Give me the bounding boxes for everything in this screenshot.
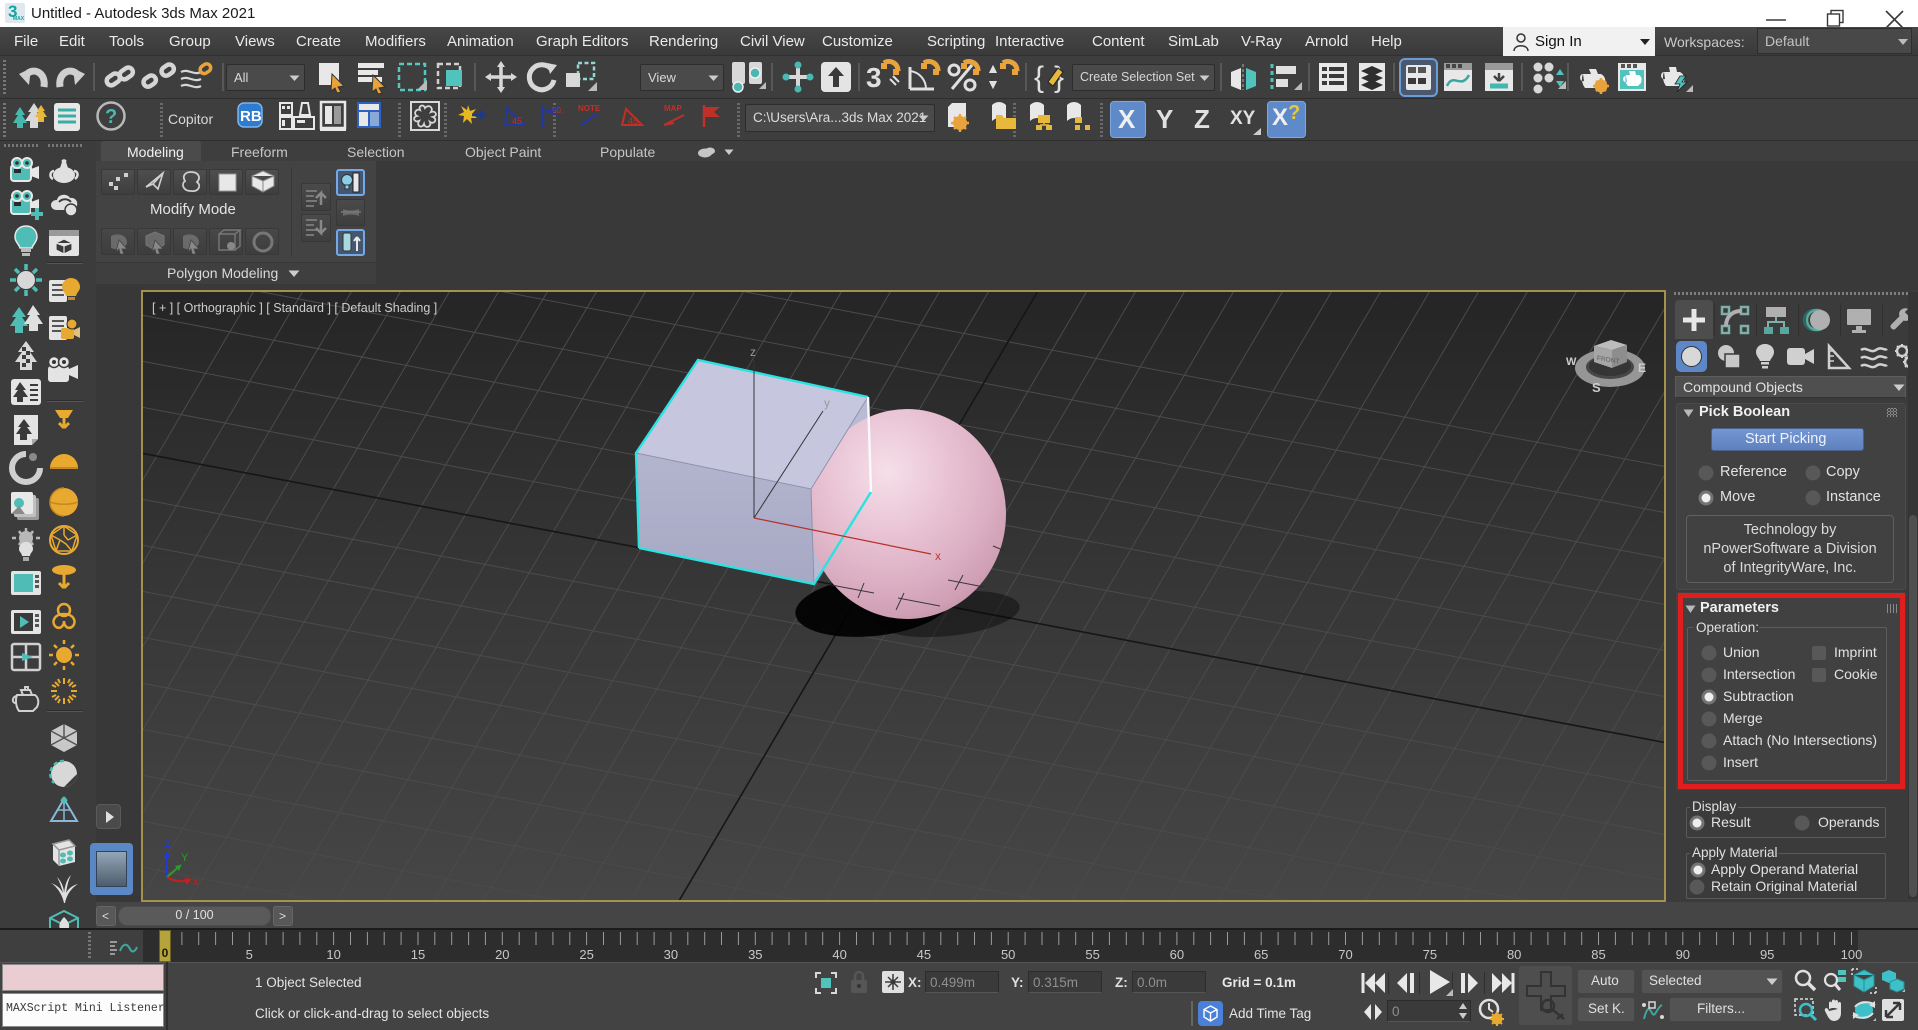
svg-text:40: 40 bbox=[832, 947, 846, 962]
svg-text:50: 50 bbox=[1001, 947, 1015, 962]
svg-text:[ + ] [ Orthographic ] [ Stand: [ + ] [ Orthographic ] [ Standard ] [ De… bbox=[152, 301, 437, 315]
svg-text:W: W bbox=[1566, 356, 1577, 368]
svg-text:Y: Y bbox=[181, 852, 189, 864]
svg-text:NOTE: NOTE bbox=[578, 104, 601, 113]
svg-text:S: S bbox=[1592, 380, 1601, 395]
svg-text:3: 3 bbox=[866, 62, 882, 93]
svg-text:75: 75 bbox=[1423, 947, 1437, 962]
svg-text:70: 70 bbox=[1338, 947, 1352, 962]
svg-text:z: z bbox=[750, 345, 756, 359]
svg-text:{: { bbox=[1034, 61, 1044, 94]
svg-text:95: 95 bbox=[1760, 947, 1774, 962]
svg-text:30: 30 bbox=[664, 947, 678, 962]
svg-text:60: 60 bbox=[1170, 947, 1184, 962]
svg-text:x: x bbox=[193, 876, 199, 888]
svg-text:65: 65 bbox=[1254, 947, 1268, 962]
svg-text:45: 45 bbox=[512, 116, 522, 126]
svg-text:85: 85 bbox=[1591, 947, 1605, 962]
svg-text:90: 90 bbox=[1676, 947, 1690, 962]
svg-text:100: 100 bbox=[1841, 947, 1863, 962]
svg-text:?: ? bbox=[105, 106, 117, 128]
svg-text:50.: 50. bbox=[552, 106, 563, 115]
svg-text:Z: Z bbox=[164, 838, 171, 850]
svg-text:25: 25 bbox=[579, 947, 593, 962]
svg-text:5: 5 bbox=[246, 947, 253, 962]
svg-text:y: y bbox=[824, 396, 830, 410]
svg-text:15: 15 bbox=[411, 947, 425, 962]
svg-text:x: x bbox=[935, 549, 941, 563]
svg-text:10: 10 bbox=[326, 947, 340, 962]
svg-text:80: 80 bbox=[1507, 947, 1521, 962]
svg-text:35: 35 bbox=[748, 947, 762, 962]
svg-text:20: 20 bbox=[495, 947, 509, 962]
svg-text:RB: RB bbox=[240, 108, 262, 125]
svg-text:MAP: MAP bbox=[664, 104, 682, 113]
svg-text:55: 55 bbox=[1085, 947, 1099, 962]
svg-text:45: 45 bbox=[917, 947, 931, 962]
svg-text:45: 45 bbox=[628, 116, 638, 126]
svg-text:E: E bbox=[1638, 361, 1646, 375]
